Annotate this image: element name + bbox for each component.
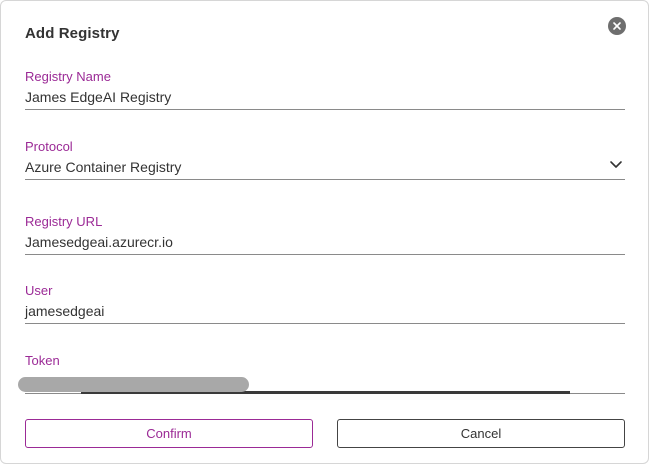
- add-registry-dialog: Add Registry Registry Name James EdgeAI …: [0, 0, 649, 464]
- protocol-select[interactable]: Protocol Azure Container Registry: [25, 139, 625, 180]
- user-input[interactable]: jamesedgeai: [25, 303, 625, 319]
- registry-name-underline: [25, 109, 625, 110]
- dialog-title: Add Registry: [25, 25, 120, 42]
- protocol-underline: [25, 179, 625, 180]
- registry-name-field[interactable]: Registry Name James EdgeAI Registry: [25, 69, 625, 110]
- registry-url-label: Registry URL: [25, 214, 103, 229]
- close-icon: [613, 22, 621, 30]
- close-button[interactable]: [608, 17, 626, 35]
- cancel-button[interactable]: Cancel: [337, 419, 625, 448]
- registry-name-input[interactable]: James EdgeAI Registry: [25, 89, 625, 105]
- token-label: Token: [25, 353, 60, 368]
- protocol-label: Protocol: [25, 139, 73, 154]
- user-field[interactable]: User jamesedgeai: [25, 283, 625, 324]
- registry-url-field[interactable]: Registry URL Jamesedgeai.azurecr.io: [25, 214, 625, 255]
- user-label: User: [25, 283, 53, 298]
- registry-name-label: Registry Name: [25, 69, 111, 84]
- horizontal-scrollbar-thumb[interactable]: [18, 377, 249, 392]
- confirm-button[interactable]: Confirm: [25, 419, 313, 448]
- user-underline: [25, 323, 625, 324]
- chevron-down-icon[interactable]: [609, 159, 623, 171]
- protocol-selected-value[interactable]: Azure Container Registry: [25, 159, 625, 175]
- registry-url-input[interactable]: Jamesedgeai.azurecr.io: [25, 234, 625, 250]
- registry-url-underline: [25, 254, 625, 255]
